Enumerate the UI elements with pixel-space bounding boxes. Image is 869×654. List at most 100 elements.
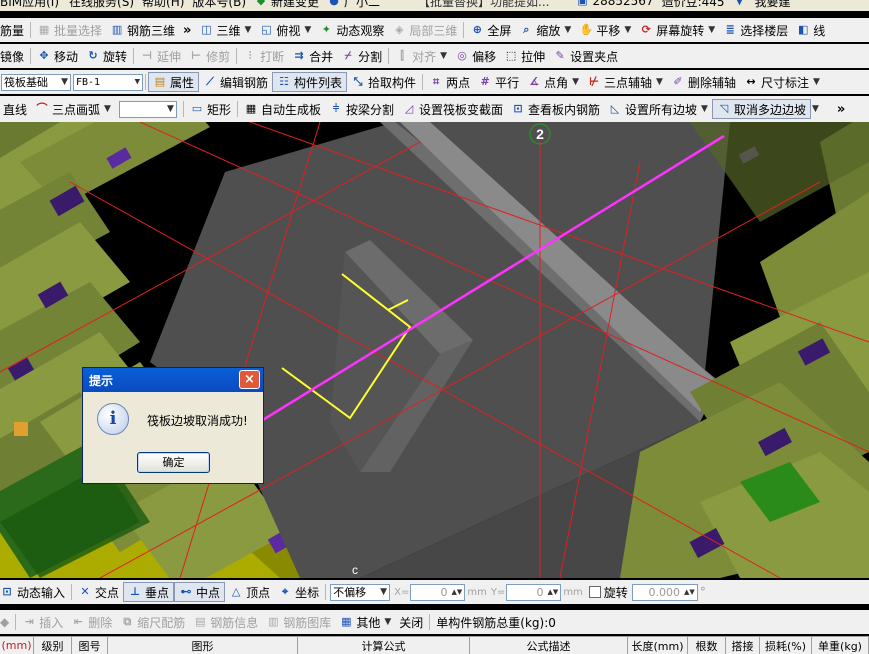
vertex-snap-button[interactable]: △ 顶点 xyxy=(225,582,274,602)
ok-button[interactable]: 确定 xyxy=(137,452,210,473)
insert-button[interactable]: ⇥ 插入 xyxy=(18,612,67,632)
rebar-3d-button[interactable]: ▥ 钢筋三维 xyxy=(106,20,179,40)
pick-component-button[interactable]: ⤡ 拾取构件 xyxy=(347,72,420,92)
merge-button[interactable]: ⇉ 合并 xyxy=(288,46,337,66)
mirror-button[interactable]: 镜像 xyxy=(0,46,28,66)
dialog-close-button[interactable]: × xyxy=(239,370,260,389)
column-header[interactable]: 图形 xyxy=(108,637,298,654)
toolbar-overflow-chevron[interactable]: » xyxy=(179,23,195,38)
component-list-button[interactable]: ☷ 构件列表 xyxy=(272,72,348,92)
column-header[interactable]: 级别 xyxy=(34,637,72,654)
column-header[interactable]: 单重(kg) xyxy=(812,637,869,654)
menu-version[interactable]: 版本号(B) xyxy=(188,0,250,11)
menu-bell[interactable]: ▼ xyxy=(729,0,751,11)
column-header[interactable]: 损耗(%) xyxy=(760,637,812,654)
rebar-nav-arrow[interactable]: ◆ xyxy=(0,612,13,632)
menu-guangxiaoer[interactable]: ● 广小二 xyxy=(323,0,384,11)
split-button[interactable]: ⌿ 分割 xyxy=(337,46,386,66)
top-view-button[interactable]: ◱ 俯视 ▼ xyxy=(255,20,315,40)
perpendicular-snap-button[interactable]: ⊥ 垂点 xyxy=(123,582,175,602)
break-button[interactable]: ⫶ 打断 xyxy=(239,46,288,66)
rectangle-button[interactable]: ▭ 矩形 xyxy=(186,99,235,119)
line-draw-button[interactable]: 直线 xyxy=(0,99,31,119)
rotate-input[interactable]: 0.000 ▲▼ xyxy=(631,583,698,601)
toolbar4-overflow[interactable]: » xyxy=(833,102,849,117)
cancel-slope-dropdown[interactable]: ▼ xyxy=(812,104,819,114)
menu-help[interactable]: 帮助(H) xyxy=(138,0,188,11)
rotate-checkbox[interactable] xyxy=(588,586,601,598)
component-type-select[interactable]: 筏板基础 ▼ xyxy=(1,73,71,91)
other-button[interactable]: ▦ 其他 ▼ xyxy=(335,612,395,632)
split-by-beam-button[interactable]: ⫩ 按梁分割 xyxy=(325,99,398,119)
edit-rebar-button[interactable]: ⟋ 编辑钢筋 xyxy=(199,72,272,92)
properties-button[interactable]: ▤ 属性 xyxy=(148,72,200,92)
trim-button[interactable]: ⊢ 修剪 xyxy=(185,46,234,66)
rebar-info-button[interactable]: ▤ 钢筋信息 xyxy=(189,612,262,632)
arc-option-select[interactable]: ▼ xyxy=(118,100,177,118)
batch-select-button[interactable]: ▦ 批量选择 xyxy=(33,20,106,40)
parallel-button[interactable]: # 平行 xyxy=(474,72,523,92)
rotate-checkbox-group[interactable]: 旋转 xyxy=(585,582,632,602)
dimension-button[interactable]: ↔ 尺寸标注 ▼ xyxy=(740,72,824,92)
move-button[interactable]: ✥ 移动 xyxy=(33,46,82,66)
intersection-snap-button[interactable]: ✕ 交点 xyxy=(74,582,123,602)
menu-tip[interactable]: 【批量替换】功能提如... xyxy=(414,0,553,11)
dynamic-input-button[interactable]: ⊡ 动态输入 xyxy=(0,582,69,602)
column-header[interactable]: 图号 xyxy=(72,637,108,654)
three-point-arc-button[interactable]: ⌒ 三点画弧 ▼ xyxy=(31,99,115,119)
zoom-button[interactable]: ⌕ 缩放 ▼ xyxy=(515,20,575,40)
rebar-quantity-button[interactable]: 筋量 xyxy=(0,20,28,40)
variable-section-button[interactable]: ◿ 设置筏板变截面 xyxy=(398,99,507,119)
midpoint-snap-button[interactable]: ⊷ 中点 xyxy=(174,582,226,602)
column-header[interactable]: 长度(mm) xyxy=(628,637,688,654)
column-header[interactable]: 根数 xyxy=(688,637,726,654)
extend-button[interactable]: ⊣ 延伸 xyxy=(136,46,185,66)
y-input[interactable]: 0 ▲▼ xyxy=(506,583,562,601)
screen-rotate-button[interactable]: ⟳ 屏幕旋转 ▼ xyxy=(635,20,719,40)
delete-axis-button[interactable]: ✐ 删除辅轴 xyxy=(667,72,740,92)
line-button[interactable]: ◧ 线 xyxy=(792,20,829,40)
three-point-axis-button[interactable]: ⊬ 三点辅轴 ▼ xyxy=(583,72,667,92)
menu-bim[interactable]: BIM应用(I) xyxy=(0,0,59,11)
column-header[interactable]: 公式描述 xyxy=(470,637,628,654)
rotate-button[interactable]: ↻ 旋转 xyxy=(82,46,131,66)
column-header[interactable]: 计算公式 xyxy=(298,637,470,654)
offset-button[interactable]: ◎ 偏移 xyxy=(451,46,500,66)
3d-scene[interactable]: 2 c xyxy=(0,122,869,578)
menu-new-change[interactable]: ◆ 新建变更 xyxy=(250,0,323,11)
point-angle-button[interactable]: ∡ 点角 ▼ xyxy=(523,72,583,92)
orbit-button[interactable]: ✦ 动态观察 xyxy=(315,20,388,40)
select-floor-button[interactable]: ≣ 选择楼层 xyxy=(719,20,792,40)
view-slab-rebar-button[interactable]: ⊡ 查看板内钢筋 xyxy=(507,99,604,119)
stretch-button[interactable]: ⬚ 拉伸 xyxy=(500,46,549,66)
3d-viewport[interactable]: 2 c xyxy=(0,122,869,578)
menu-online-service[interactable]: 在线服务(S) xyxy=(65,0,138,11)
menu-build[interactable]: 我要建 xyxy=(751,0,795,11)
toolbar-view: 筋量 ▦ 批量选择 ▥ 钢筋三维 » ◫ 三维 ▼ ◱ 俯视 ▼ ✦ 动态观察 ◈ 局部三维 ⊕… xyxy=(0,18,869,42)
cancel-multi-slope-button[interactable]: ◹ 取消多边边坡 xyxy=(711,99,811,119)
local-3d-button[interactable]: ◈ 局部三维 xyxy=(388,20,461,40)
auto-generate-slab-button[interactable]: ▦ 自动生成板 xyxy=(240,99,325,119)
offset-mode-select[interactable]: 不偏移 ▼ xyxy=(330,583,391,601)
menu-points[interactable]: 造价豆:445 xyxy=(658,0,729,11)
set-all-slopes-button[interactable]: ◺ 设置所有边坡 ▼ xyxy=(604,99,712,119)
menu-account[interactable]: ▣ 28852567 xyxy=(572,0,658,11)
coordinate-snap-button[interactable]: ⌖ 坐标 xyxy=(274,582,323,602)
set-grip-button[interactable]: ✎ 设置夹点 xyxy=(549,46,622,66)
align-icon: ⫿ xyxy=(400,49,404,62)
x-input[interactable]: 0 ▲▼ xyxy=(410,583,466,601)
scale-rebar-button[interactable]: ⧉ 缩尺配筋 xyxy=(116,612,189,632)
two-point-button[interactable]: ⌗ 两点 xyxy=(425,72,474,92)
close-panel-button[interactable]: 关闭 xyxy=(395,612,427,632)
align-button[interactable]: ⫿ 对齐 ▼ xyxy=(391,46,451,66)
3d-button[interactable]: ◫ 三维 ▼ xyxy=(195,20,255,40)
split-by-beam-label: 按梁分割 xyxy=(345,102,394,117)
component-name-select[interactable]: FB-1 ▼ xyxy=(73,73,143,91)
column-header[interactable]: (mm) xyxy=(0,637,34,654)
delete-button[interactable]: ⇤ 删除 xyxy=(67,612,116,632)
column-header[interactable]: 搭接 xyxy=(726,637,760,654)
fullscreen-button[interactable]: ⊕ 全屏 xyxy=(466,20,515,40)
dialog-title: 提示 xyxy=(89,373,114,388)
rebar-library-button[interactable]: ▥ 钢筋图库 xyxy=(262,612,335,632)
pan-button[interactable]: ✋ 平移 ▼ xyxy=(575,20,635,40)
